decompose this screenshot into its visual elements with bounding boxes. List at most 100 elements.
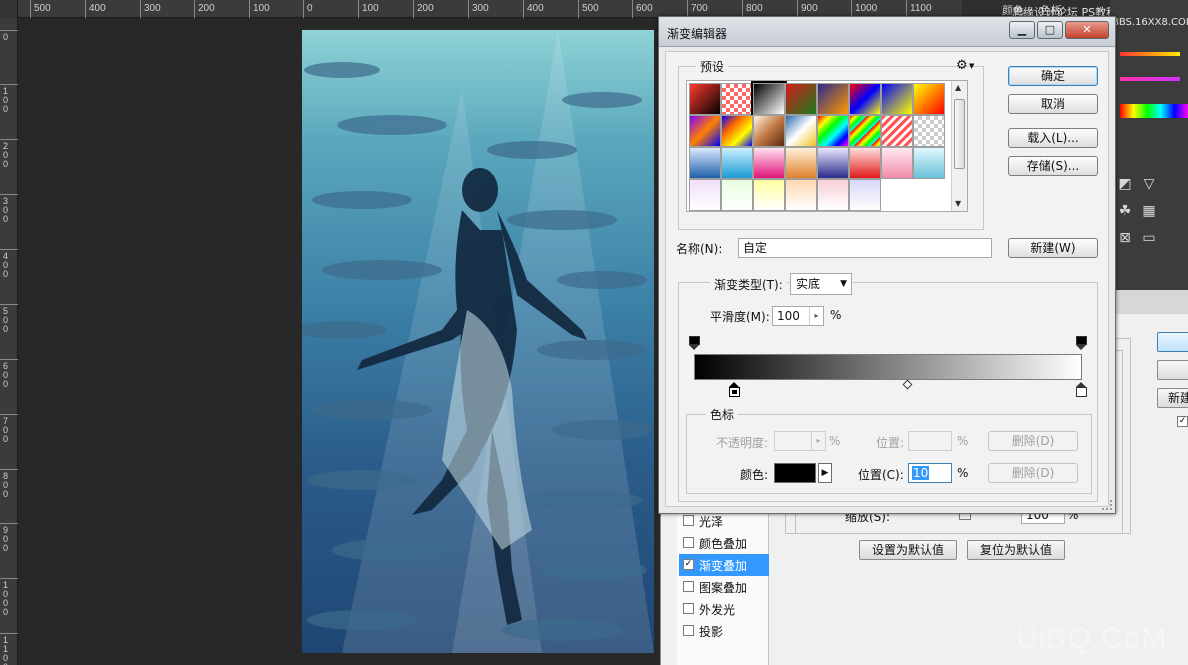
preset-swatch[interactable] — [913, 115, 945, 147]
presets-grid[interactable]: ▲ ▼ — [686, 80, 968, 212]
checkbox-checked[interactable]: ✓ — [683, 559, 694, 570]
preset-swatch[interactable] — [913, 147, 945, 179]
preset-swatch[interactable] — [849, 147, 881, 179]
checkbox[interactable] — [683, 603, 694, 614]
scroll-thumb[interactable] — [954, 99, 965, 169]
preview-checkbox[interactable]: ✓ — [1177, 416, 1188, 427]
reset-default-button[interactable]: 复位为默认值 — [967, 540, 1065, 560]
preset-swatch[interactable] — [881, 115, 913, 147]
preset-swatch[interactable] — [721, 179, 753, 211]
scroll-up-icon[interactable]: ▲ — [955, 83, 961, 92]
canvas-artwork — [302, 30, 654, 653]
cancel-button[interactable]: 取消 — [1008, 94, 1098, 114]
style-item-pattern-overlay[interactable]: 图案叠加 — [679, 576, 769, 598]
ruler-tick: 200 — [0, 139, 18, 169]
chevron-down-icon[interactable]: ▼ — [969, 62, 974, 70]
ruler-tick: 1100 — [0, 633, 18, 665]
gradient-type-select[interactable]: 实底 ▼ — [790, 273, 852, 295]
preset-swatch[interactable] — [849, 179, 881, 211]
preset-swatch[interactable] — [721, 147, 753, 179]
preset-swatch[interactable] — [817, 147, 849, 179]
gear-icon[interactable]: ⚙ — [956, 58, 968, 73]
preset-swatch[interactable] — [721, 115, 753, 147]
threshold-icon[interactable]: ▭ — [1140, 229, 1158, 247]
scroll-down-icon[interactable]: ▼ — [955, 199, 961, 208]
new-style-button-partial[interactable]: 新建 — [1157, 388, 1188, 408]
color-position-label: 位置(C): — [858, 468, 904, 482]
name-input[interactable]: 自定 — [738, 238, 992, 258]
preset-swatch[interactable] — [689, 147, 721, 179]
style-item-color-overlay[interactable]: 颜色叠加 — [679, 532, 769, 554]
color-stop-white[interactable] — [1076, 382, 1087, 397]
preset-swatch[interactable] — [753, 147, 785, 179]
opacity-position-input[interactable] — [908, 431, 952, 451]
save-button[interactable]: 存储(S)... — [1008, 156, 1098, 176]
preset-swatch[interactable] — [721, 83, 753, 115]
opacity-unit: % — [829, 434, 841, 448]
lookup-table-icon[interactable]: ▦ — [1140, 202, 1158, 220]
opacity-stop-left[interactable] — [689, 336, 700, 350]
channel-mixer-icon[interactable]: ☘ — [1116, 202, 1134, 220]
color-slider[interactable] — [1120, 52, 1180, 56]
preset-swatch[interactable] — [753, 115, 785, 147]
opacity-delete-button[interactable]: 删除(D) — [988, 431, 1078, 451]
color-spectrum[interactable] — [1120, 104, 1188, 118]
presets-scrollbar[interactable]: ▲ ▼ — [951, 81, 967, 211]
checkbox[interactable] — [683, 537, 694, 548]
preset-swatch[interactable] — [751, 81, 787, 117]
levels-icon[interactable]: ◩ — [1116, 175, 1134, 193]
dialog-titlebar[interactable]: 渐变编辑器 ▁ □ ✕ — [659, 17, 1115, 47]
ok-button[interactable]: 确定 — [1008, 66, 1098, 86]
chevron-right-icon[interactable]: ▸ — [809, 307, 823, 325]
document-canvas[interactable] — [302, 30, 654, 653]
style-item-outer-glow[interactable]: 外发光 — [679, 598, 769, 620]
preset-swatch[interactable] — [849, 83, 881, 115]
opacity-stop-right[interactable] — [1076, 336, 1087, 350]
chevron-right-icon[interactable]: ▸ — [811, 432, 825, 450]
preset-swatch[interactable] — [913, 83, 945, 115]
checkbox[interactable] — [683, 581, 694, 592]
color-slider[interactable] — [1120, 77, 1180, 81]
name-label: 名称(N): — [676, 242, 723, 256]
cancel-button-partial[interactable] — [1157, 360, 1188, 380]
preset-swatch[interactable] — [817, 83, 849, 115]
style-item-gradient-overlay[interactable]: ✓ 渐变叠加 — [679, 554, 769, 576]
gradient-preview-bar[interactable] — [694, 354, 1082, 380]
smoothness-input[interactable]: 100 ▸ — [772, 306, 824, 326]
gradient-map-icon[interactable]: ▽ — [1140, 175, 1158, 193]
set-default-button[interactable]: 设置为默认值 — [859, 540, 957, 560]
preset-swatch[interactable] — [817, 179, 849, 211]
preset-swatch[interactable] — [689, 179, 721, 211]
maximize-button[interactable]: □ — [1037, 21, 1063, 39]
preset-swatch[interactable] — [785, 179, 817, 211]
style-item-drop-shadow[interactable]: 投影 — [679, 620, 769, 642]
preset-swatch[interactable] — [785, 115, 817, 147]
preset-swatch[interactable] — [881, 147, 913, 179]
preset-swatch[interactable] — [689, 83, 721, 115]
close-button[interactable]: ✕ — [1065, 21, 1109, 39]
dialog-title: 渐变编辑器 — [667, 27, 728, 41]
checkbox[interactable] — [683, 515, 694, 526]
color-delete-button[interactable]: 删除(D) — [988, 463, 1078, 483]
color-swatch[interactable] — [774, 463, 816, 483]
preset-swatch[interactable] — [849, 115, 881, 147]
preset-swatch[interactable] — [689, 115, 721, 147]
invert-icon[interactable]: ⊠ — [1116, 229, 1134, 247]
opacity-input[interactable]: ▸ — [774, 431, 826, 451]
preset-swatch[interactable] — [785, 83, 817, 115]
minimize-button[interactable]: ▁ — [1009, 21, 1035, 39]
color-menu-arrow[interactable]: ▶ — [818, 463, 832, 483]
load-button[interactable]: 载入(L)... — [1008, 128, 1098, 148]
preset-swatch[interactable] — [881, 83, 913, 115]
color-stop-body — [1076, 387, 1087, 397]
new-button[interactable]: 新建(W) — [1008, 238, 1098, 258]
color-stop-black[interactable] — [729, 382, 740, 397]
opacity-stop-pointer — [1076, 345, 1086, 350]
resize-grip[interactable] — [1102, 500, 1112, 510]
checkbox[interactable] — [683, 625, 694, 636]
color-position-input[interactable]: 10 — [908, 463, 952, 483]
ok-button-partial[interactable] — [1157, 332, 1188, 352]
preset-swatch[interactable] — [753, 179, 785, 211]
preset-swatch[interactable] — [817, 115, 849, 147]
preset-swatch[interactable] — [785, 147, 817, 179]
